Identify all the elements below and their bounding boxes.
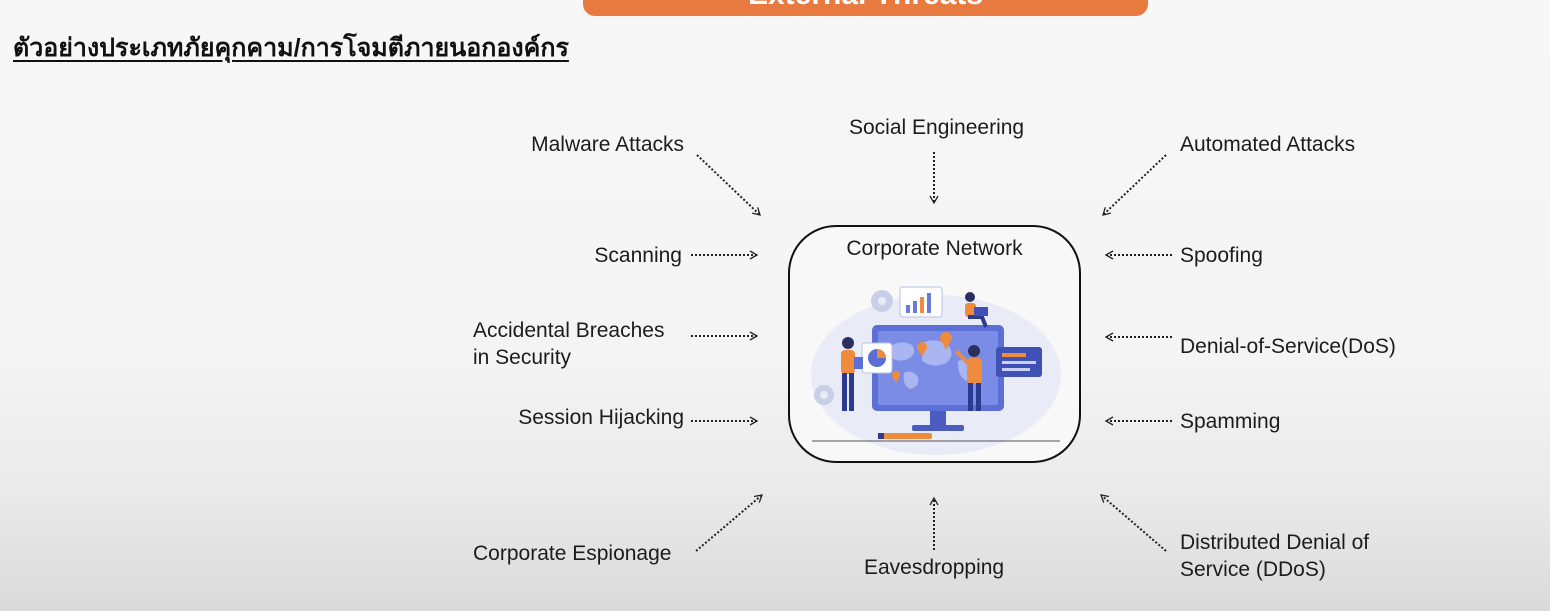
label-ddos-line1: Distributed Denial of <box>1180 531 1370 554</box>
label-spoofing: Spoofing <box>1180 244 1263 267</box>
label-eavesdropping: Eavesdropping <box>864 556 1005 579</box>
label-accidental-line1: Accidental Breaches <box>473 319 665 342</box>
label-denial-of-service: Denial-of-Service(DoS) <box>1180 335 1396 358</box>
label-corporate-espionage: Corporate Espionage <box>473 542 672 565</box>
label-ddos-line2: Service (DDoS) <box>1180 558 1326 581</box>
label-automated-attacks: Automated Attacks <box>1180 133 1356 156</box>
pencil-icon <box>878 433 932 439</box>
label-spamming: Spamming <box>1180 410 1281 433</box>
gear-icon <box>871 290 893 312</box>
arrow-malware <box>696 154 761 216</box>
label-accidental-line2: in Security <box>473 346 572 369</box>
gear-icon <box>814 385 834 405</box>
label-malware-attacks: Malware Attacks <box>531 133 684 156</box>
corporate-network-title: Corporate Network <box>846 237 1023 260</box>
corporate-network-box: Corporate Network <box>788 225 1081 463</box>
label-social-engineering: Social Engineering <box>849 116 1025 139</box>
data-panel-icon <box>996 347 1042 377</box>
label-scanning: Scanning <box>594 244 682 267</box>
network-illustration <box>811 286 1061 455</box>
arrow-espionage <box>695 494 763 552</box>
arrow-automated <box>1102 154 1167 216</box>
bar-chart-icon <box>899 286 943 318</box>
label-session-hijacking: Session Hijacking <box>518 406 684 429</box>
arrow-ddos <box>1100 494 1167 552</box>
arrow-connectors <box>691 152 1172 552</box>
pie-chart-icon <box>861 342 893 374</box>
